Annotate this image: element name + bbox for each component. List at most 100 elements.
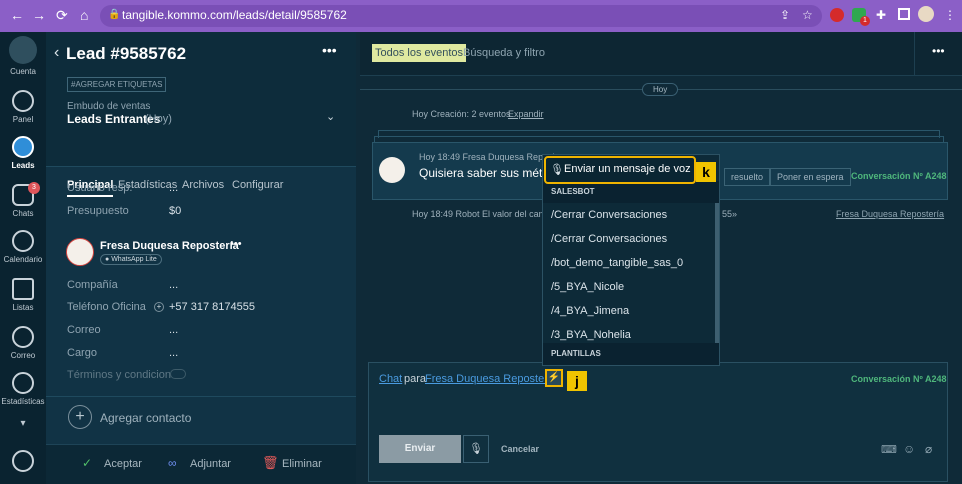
contact-more-icon[interactable]: ••• xyxy=(230,238,242,250)
composer-para: para xyxy=(404,373,427,385)
list-icon xyxy=(12,278,34,300)
dropdown-item[interactable]: /4_BYA_Jimena xyxy=(551,305,629,317)
sender-avatar xyxy=(379,157,405,183)
home-icon[interactable]: ⌂ xyxy=(80,7,88,23)
address-bar[interactable]: 🔒 tangible.kommo.com/leads/detail/958576… xyxy=(100,5,822,27)
rail-item-panel[interactable]: Panel xyxy=(0,90,46,124)
forward-icon[interactable]: → xyxy=(32,7,46,23)
message-meta: Hoy 18:49 Fresa Duquesa Reposi xyxy=(419,152,555,162)
chevron-down-icon: ▾ xyxy=(20,418,26,429)
dropdown-item[interactable]: /Cerrar Conversaciones xyxy=(551,233,667,245)
phone-type-icon[interactable]: + xyxy=(154,302,164,312)
rail-item-chats[interactable]: 3 Chats xyxy=(0,182,46,218)
dropdown-item[interactable]: /Cerrar Conversaciones xyxy=(551,209,667,221)
rail-item-stats[interactable]: Estadísticas xyxy=(0,372,46,406)
contact-avatar xyxy=(66,238,94,266)
feed-more-icon[interactable]: ••• xyxy=(932,44,945,58)
lead-header: ‹ Lead #9585762 ••• #AGREGAR ETIQUETAS E… xyxy=(46,32,356,166)
robot-contact-link[interactable]: Fresa Duquesa Repostería xyxy=(836,209,944,219)
add-contact-label[interactable]: Agregar contacto xyxy=(100,411,191,425)
contact-name[interactable]: Fresa Duquesa Repostería xyxy=(100,240,239,252)
dropdown-scrollbar[interactable] xyxy=(715,203,719,343)
conversation-id: Conversación Nº A248 xyxy=(851,171,947,181)
phone-value[interactable]: +57 317 8174555 xyxy=(169,301,255,313)
avatar[interactable] xyxy=(918,6,934,22)
rail-item-leads[interactable]: Leads xyxy=(0,136,46,170)
wait-button[interactable]: Poner en espera xyxy=(770,168,851,186)
message-composer: Chat para Fresa Duquesa Repostería Conve… xyxy=(368,362,948,482)
expand-link[interactable]: Expandir xyxy=(508,109,544,119)
filter-search[interactable]: Búsqueda y filtro xyxy=(463,47,545,59)
microphone-icon[interactable]: 🎙 xyxy=(463,435,489,463)
filter-all-events[interactable]: Todos los eventos xyxy=(372,44,467,62)
send-button[interactable]: Enviar xyxy=(379,435,461,463)
dropdown-item[interactable]: /3_BYA_Nohelia xyxy=(551,329,631,341)
resolved-button[interactable]: resuelto xyxy=(724,168,771,186)
lead-more-icon[interactable]: ••• xyxy=(322,42,337,58)
puzzle-icon[interactable]: ✚ xyxy=(876,8,886,22)
budget-value[interactable]: $0 xyxy=(169,205,181,217)
emoji-icon[interactable]: ☺ xyxy=(903,442,915,456)
attach-icon[interactable]: ⌀ xyxy=(925,442,932,456)
chevron-down-icon[interactable]: ⌄ xyxy=(326,110,335,123)
cancel-button[interactable]: Cancelar xyxy=(501,444,539,454)
rail-label: Listas xyxy=(12,303,34,312)
lead-footer: ✓ Aceptar ∞ Adjuntar 🗑 Eliminar xyxy=(46,444,356,484)
field-label: Usuario resp. xyxy=(67,182,133,194)
lead-title: Lead #9585762 xyxy=(66,44,187,63)
rail-item-account[interactable]: Cuenta xyxy=(0,36,46,76)
keyboard-icon[interactable]: ⌨ xyxy=(881,443,897,456)
contact-field-label: Cargo xyxy=(67,347,97,359)
recipient-link[interactable]: Fresa Duquesa Repostería xyxy=(425,373,557,385)
lead-panel: ‹ Lead #9585762 ••• #AGREGAR ETIQUETAS E… xyxy=(46,32,356,484)
rail-label: Correo xyxy=(10,351,36,360)
robot-event-suffix: 55» xyxy=(722,209,738,219)
stats-icon xyxy=(12,372,34,394)
dashboard-icon xyxy=(12,90,34,112)
divider xyxy=(46,396,356,397)
url-text: tangible.kommo.com/leads/detail/9585762 xyxy=(122,8,347,22)
contact-field-label: Teléfono Oficina xyxy=(67,301,146,313)
attach-button[interactable]: Adjuntar xyxy=(190,458,231,470)
back-chevron-icon[interactable]: ‹ xyxy=(54,44,59,62)
voice-message-option[interactable]: 🎙 Enviar un mensaje de voz xyxy=(544,156,696,184)
accept-button[interactable]: Aceptar xyxy=(104,458,142,470)
terms-toggle[interactable] xyxy=(170,369,186,379)
tab-files[interactable]: Archivos xyxy=(182,179,224,191)
add-tags-button[interactable]: #AGREGAR ETIQUETAS xyxy=(67,77,167,92)
chat-channel-link[interactable]: Chat xyxy=(379,373,402,385)
contact-field-label: Compañía xyxy=(67,279,118,291)
field-label: Presupuesto xyxy=(67,205,129,217)
microphone-icon: 🎙 xyxy=(550,164,564,176)
email-value[interactable]: ... xyxy=(169,324,178,336)
star-icon[interactable]: ☆ xyxy=(802,8,813,22)
rail-item-support[interactable] xyxy=(0,450,46,475)
tab-settings[interactable]: Configurar xyxy=(232,179,283,191)
section-salesbot: SALESBOT xyxy=(543,181,719,203)
add-contact-icon[interactable]: + xyxy=(68,405,92,429)
calendar-icon xyxy=(12,230,34,252)
rail-item-mail[interactable]: Correo xyxy=(0,326,46,360)
rail-item-lists[interactable]: Listas xyxy=(0,278,46,312)
dropdown-item[interactable]: /5_BYA_Nicole xyxy=(551,281,624,293)
field-value[interactable]: ... xyxy=(169,182,178,194)
back-icon[interactable]: ← xyxy=(10,7,24,23)
kebab-menu-icon[interactable]: ⋮ xyxy=(944,8,956,22)
delete-button[interactable]: Eliminar xyxy=(282,458,322,470)
sidebar-toggle-icon[interactable] xyxy=(898,8,910,20)
account-icon xyxy=(9,36,37,64)
position-value[interactable]: ... xyxy=(169,347,178,359)
main-sidebar: Cuenta Panel Leads 3 Chats Calendario Li… xyxy=(0,32,46,484)
extension-red-icon[interactable] xyxy=(830,8,844,22)
salesbot-lightning-icon[interactable]: ⚡ xyxy=(545,369,563,387)
rail-more[interactable]: ▾ xyxy=(0,418,46,429)
dropdown-item[interactable]: /bot_demo_tangible_sas_0 xyxy=(551,257,683,269)
reload-icon[interactable]: ⟳ xyxy=(56,7,68,24)
day-label: Hoy xyxy=(642,83,679,96)
funnel-time: (Hoy) xyxy=(145,113,172,125)
share-icon[interactable]: ⇪ xyxy=(780,8,790,22)
contact-field-label: Términos y condicion xyxy=(67,369,171,381)
bell-icon xyxy=(12,450,34,472)
rail-item-calendar[interactable]: Calendario xyxy=(0,230,46,264)
company-value[interactable]: ... xyxy=(169,279,178,291)
